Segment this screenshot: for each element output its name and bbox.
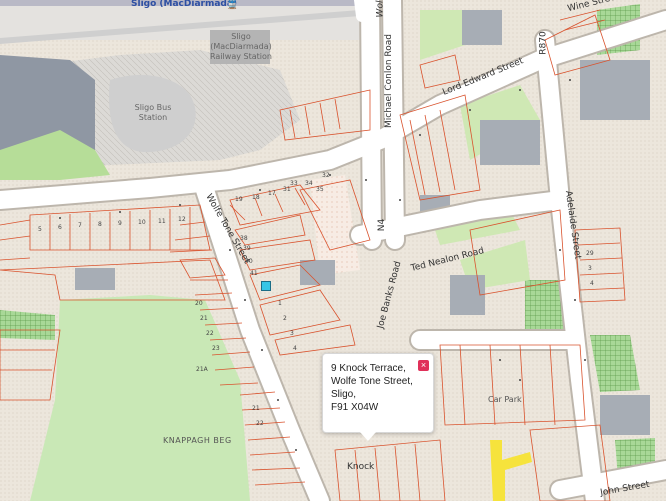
- popup-pointer: [360, 432, 376, 441]
- address-line-1: 9 Knock Terrace,: [331, 363, 406, 374]
- selected-property-marker[interactable]: [261, 281, 271, 291]
- map-canvas[interactable]: Sligo (MacDiarmada) 🚆 Sligo (MacDiarmada…: [0, 0, 666, 501]
- address-line-4: F91 X04W: [331, 402, 379, 413]
- address-line-2: Wolfe Tone Street,: [331, 376, 413, 387]
- close-icon[interactable]: ×: [418, 360, 429, 371]
- address-popup: 9 Knock Terrace, Wolfe Tone Street, Slig…: [322, 353, 434, 433]
- address-line-3: Sligo,: [331, 389, 357, 400]
